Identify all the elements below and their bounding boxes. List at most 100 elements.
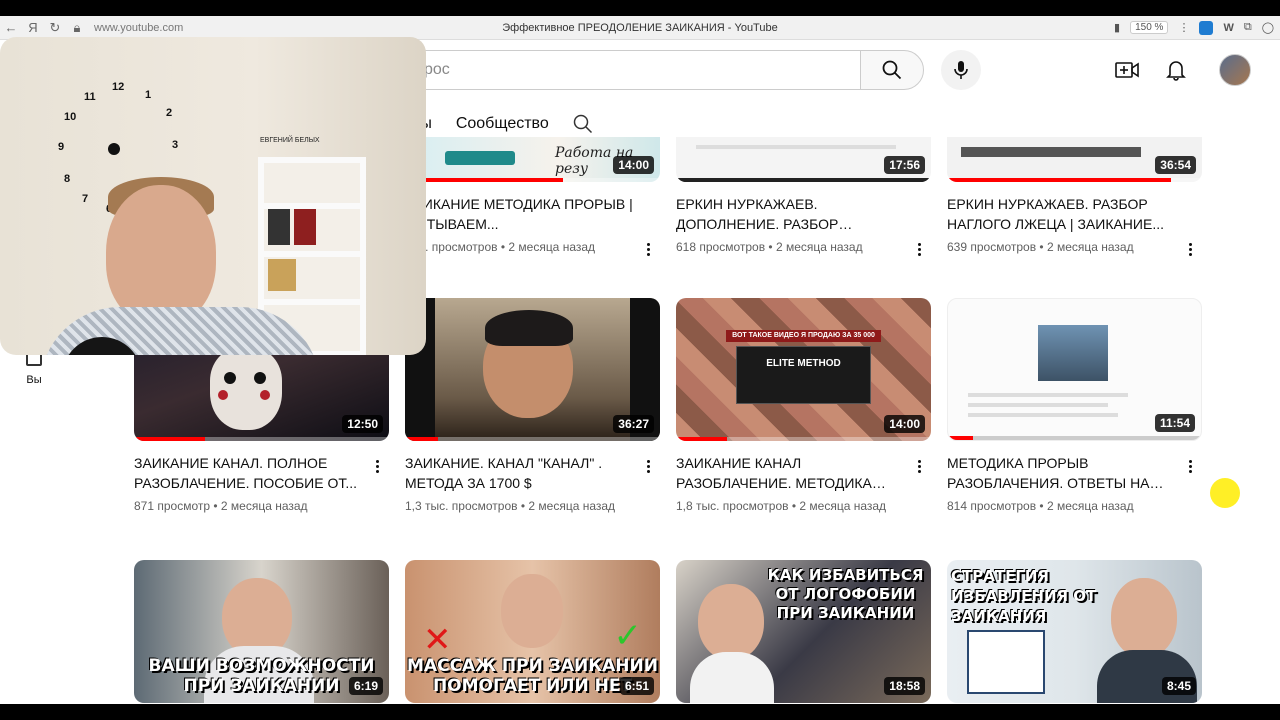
clock-number: 7 <box>82 193 89 205</box>
video-thumbnail[interactable]: 36:27 <box>405 298 660 441</box>
extension-icon[interactable] <box>1199 20 1214 35</box>
channel-search-icon[interactable] <box>573 114 593 134</box>
video-thumbnail[interactable]: ✕ ✓ МАССАЖ ПРИ ЗАИКАНИИ ПОМОГАЕТ ИЛИ НЕТ… <box>405 560 660 703</box>
video-duration: 6:51 <box>619 677 654 695</box>
webcam-overlay: 12 1 2 3 9 8 7 10 11 6 ЕВГЕНИЙ БЕЛЫХ <box>0 37 426 355</box>
video-duration: 36:54 <box>1155 156 1196 174</box>
video-meta: тыс. просмотров • 2 месяца назад <box>405 240 596 254</box>
video-duration: 36:27 <box>613 415 654 433</box>
video-thumbnail[interactable]: КАК ИЗБАВИТЬСЯ ОТ ЛОГОФОБИИ ПРИ ЗАИКАНИИ… <box>676 560 931 703</box>
video-card[interactable]: ВАШИ ВОЗМОЖНОСТИ ПРИ ЗАИКАНИИ 6:19 <box>134 560 389 703</box>
lock-icon: 🔒︎ <box>73 19 81 35</box>
search-input[interactable]: рос <box>405 50 860 90</box>
video-card[interactable]: ВОТ ТАКОЕ ВИДЕО Я ПРОДАЮ ЗА 35 000 ELITE… <box>676 298 931 513</box>
clock-number: 8 <box>64 173 71 185</box>
video-card[interactable]: 36:54 ЕРКИН НУРКАЖАЕВ. РАЗБОР НАГЛОГО ЛЖ… <box>947 137 1202 256</box>
extension-puzzle-icon[interactable]: ⧉ <box>1244 21 1252 34</box>
video-duration: 11:54 <box>1154 414 1195 432</box>
thumbnail-caption: СТРАТЕГИЯ ИЗБАВЛЕНИЯ ОТ ЗАИКАНИЯ <box>951 567 1097 625</box>
video-duration: 18:58 <box>884 677 925 695</box>
video-card[interactable]: СТРАТЕГИЯ ИЗБАВЛЕНИЯ ОТ ЗАИКАНИЯ 8:45 <box>947 560 1202 703</box>
video-duration: 17:56 <box>884 156 925 174</box>
more-actions-button[interactable] <box>640 456 656 476</box>
video-title[interactable]: ЗАИКАНИЕ КАНАЛ. ПОЛНОЕ РАЗОБЛАЧЕНИЕ. ПОС… <box>134 453 362 493</box>
microphone-icon <box>954 61 968 79</box>
video-camera-plus-icon <box>1115 62 1139 78</box>
video-card[interactable]: ✕ ✓ МАССАЖ ПРИ ЗАИКАНИИ ПОМОГАЕТ ИЛИ НЕТ… <box>405 560 660 703</box>
more-actions-button[interactable] <box>369 456 385 476</box>
more-actions-button[interactable] <box>911 239 927 259</box>
video-meta: 814 просмотров • 2 месяца назад <box>947 499 1134 513</box>
book-title: ЕВГЕНИЙ БЕЛЫХ <box>260 137 320 144</box>
video-title[interactable]: ЗАИКАНИЕ. КАНАЛ "КАНАЛ" . МЕТОДА ЗА 1700… <box>405 453 633 493</box>
video-meta: 639 просмотров • 2 месяца назад <box>947 240 1134 254</box>
video-title[interactable]: ЗАИКАНИЕ КАНАЛ РАЗОБЛАЧЕНИЕ. МЕТОДИКА EL… <box>676 453 904 493</box>
video-duration: 8:45 <box>1161 677 1196 695</box>
video-title[interactable]: МЕТОДИКА ПРОРЫВ РАЗОБЛАЧЕНИЯ. ОТВЕТЫ НА … <box>947 453 1175 493</box>
watch-progress <box>676 178 931 182</box>
video-duration: 14:00 <box>884 415 925 433</box>
video-meta: 1,8 тыс. просмотров • 2 месяца назад <box>676 499 887 513</box>
check-icon: ✓ <box>613 617 643 655</box>
more-icon[interactable]: ⋮ <box>1178 21 1189 34</box>
wikipedia-icon[interactable]: W <box>1223 22 1233 34</box>
tab-community[interactable]: Сообщество <box>456 115 549 133</box>
video-thumbnail[interactable]: ВОТ ТАКОЕ ВИДЕО Я ПРОДАЮ ЗА 35 000 ELITE… <box>676 298 931 441</box>
tab-title: Эффективное ПРЕОДОЛЕНИЕ ЗАИКАНИЯ - YouTu… <box>502 21 778 34</box>
more-actions-button[interactable] <box>640 239 656 259</box>
video-thumbnail[interactable]: Работа на резу 14:00 <box>405 137 660 182</box>
video-card[interactable]: КАК ИЗБАВИТЬСЯ ОТ ЛОГОФОБИИ ПРИ ЗАИКАНИИ… <box>676 560 931 703</box>
back-icon[interactable]: ← <box>0 20 22 35</box>
thumbnail-caption: ELITE METHOD <box>766 358 841 369</box>
search-placeholder: рос <box>424 61 450 78</box>
reload-icon[interactable]: ↻ <box>44 20 66 36</box>
notifications-button[interactable] <box>1162 56 1190 84</box>
voice-search-button[interactable] <box>941 50 981 90</box>
video-card[interactable]: 17:56 ЕРКИН НУРКАЖАЕВ. ДОПОЛНЕНИЕ. РАЗБО… <box>676 137 931 256</box>
bookmark-icon[interactable]: ▮ <box>1114 21 1120 34</box>
profile-icon[interactable]: ◯ <box>1262 21 1274 34</box>
person-head <box>106 185 216 325</box>
screen-bottom-letterbox <box>0 704 1280 720</box>
video-card[interactable]: Работа на резу 14:00 ЗАИКАНИЕ МЕТОДИКА П… <box>405 137 660 256</box>
search-button[interactable] <box>860 50 924 90</box>
watch-progress <box>405 437 439 441</box>
address-bar[interactable]: www.youtube.com <box>94 22 183 34</box>
yandex-icon[interactable]: Я <box>22 20 44 35</box>
sidebar-item-you[interactable]: Вы <box>24 350 44 386</box>
cursor-highlight <box>1210 478 1240 508</box>
video-title[interactable]: ЗАИКАНИЕ МЕТОДИКА ПРОРЫВ | ...ИТЫВАЕМ... <box>405 194 633 234</box>
account-avatar[interactable] <box>1219 54 1251 86</box>
clock-number: 1 <box>145 89 152 101</box>
more-actions-button[interactable] <box>1182 456 1198 476</box>
clock-number: 2 <box>166 107 173 119</box>
create-button[interactable] <box>1113 56 1141 84</box>
zoom-indicator[interactable]: 150 % <box>1130 21 1169 34</box>
video-title[interactable]: ЕРКИН НУРКАЖАЕВ. РАЗБОР НАГЛОГО ЛЖЕЦА | … <box>947 194 1175 234</box>
more-actions-button[interactable] <box>1182 239 1198 259</box>
video-duration: 14:00 <box>613 156 654 174</box>
video-thumbnail[interactable]: 17:56 <box>676 137 931 182</box>
watch-progress <box>676 437 727 441</box>
video-meta: 1,3 тыс. просмотров • 2 месяца назад <box>405 499 616 513</box>
video-title[interactable]: ЕРКИН НУРКАЖАЕВ. ДОПОЛНЕНИЕ. РАЗБОР НАГЛ… <box>676 194 904 234</box>
clock-number: 12 <box>112 81 125 93</box>
thumbnail-caption: КАК ИЗБАВИТЬСЯ ОТ ЛОГОФОБИИ ПРИ ЗАИКАНИИ <box>767 566 924 622</box>
channel-tabs: сты Сообщество <box>405 112 593 136</box>
video-card[interactable]: 36:27 ЗАИКАНИЕ. КАНАЛ "КАНАЛ" . МЕТОДА З… <box>405 298 660 513</box>
video-duration: 12:50 <box>342 415 383 433</box>
clock-hub <box>108 143 120 155</box>
video-thumbnail[interactable]: 36:54 <box>947 137 1202 182</box>
video-thumbnail[interactable]: 11:54 <box>947 298 1202 441</box>
video-card[interactable]: 11:54 МЕТОДИКА ПРОРЫВ РАЗОБЛАЧЕНИЯ. ОТВЕ… <box>947 298 1202 513</box>
sidebar-item-label: Вы <box>26 374 42 386</box>
clock-number: 3 <box>172 139 179 151</box>
watch-progress <box>405 178 564 182</box>
video-thumbnail[interactable]: СТРАТЕГИЯ ИЗБАВЛЕНИЯ ОТ ЗАИКАНИЯ 8:45 <box>947 560 1202 703</box>
video-thumbnail[interactable]: ВАШИ ВОЗМОЖНОСТИ ПРИ ЗАИКАНИИ 6:19 <box>134 560 389 703</box>
more-actions-button[interactable] <box>911 456 927 476</box>
cross-icon: ✕ <box>423 621 452 659</box>
watch-progress <box>947 178 1172 182</box>
bell-icon <box>1166 61 1186 81</box>
watch-progress <box>948 436 974 440</box>
